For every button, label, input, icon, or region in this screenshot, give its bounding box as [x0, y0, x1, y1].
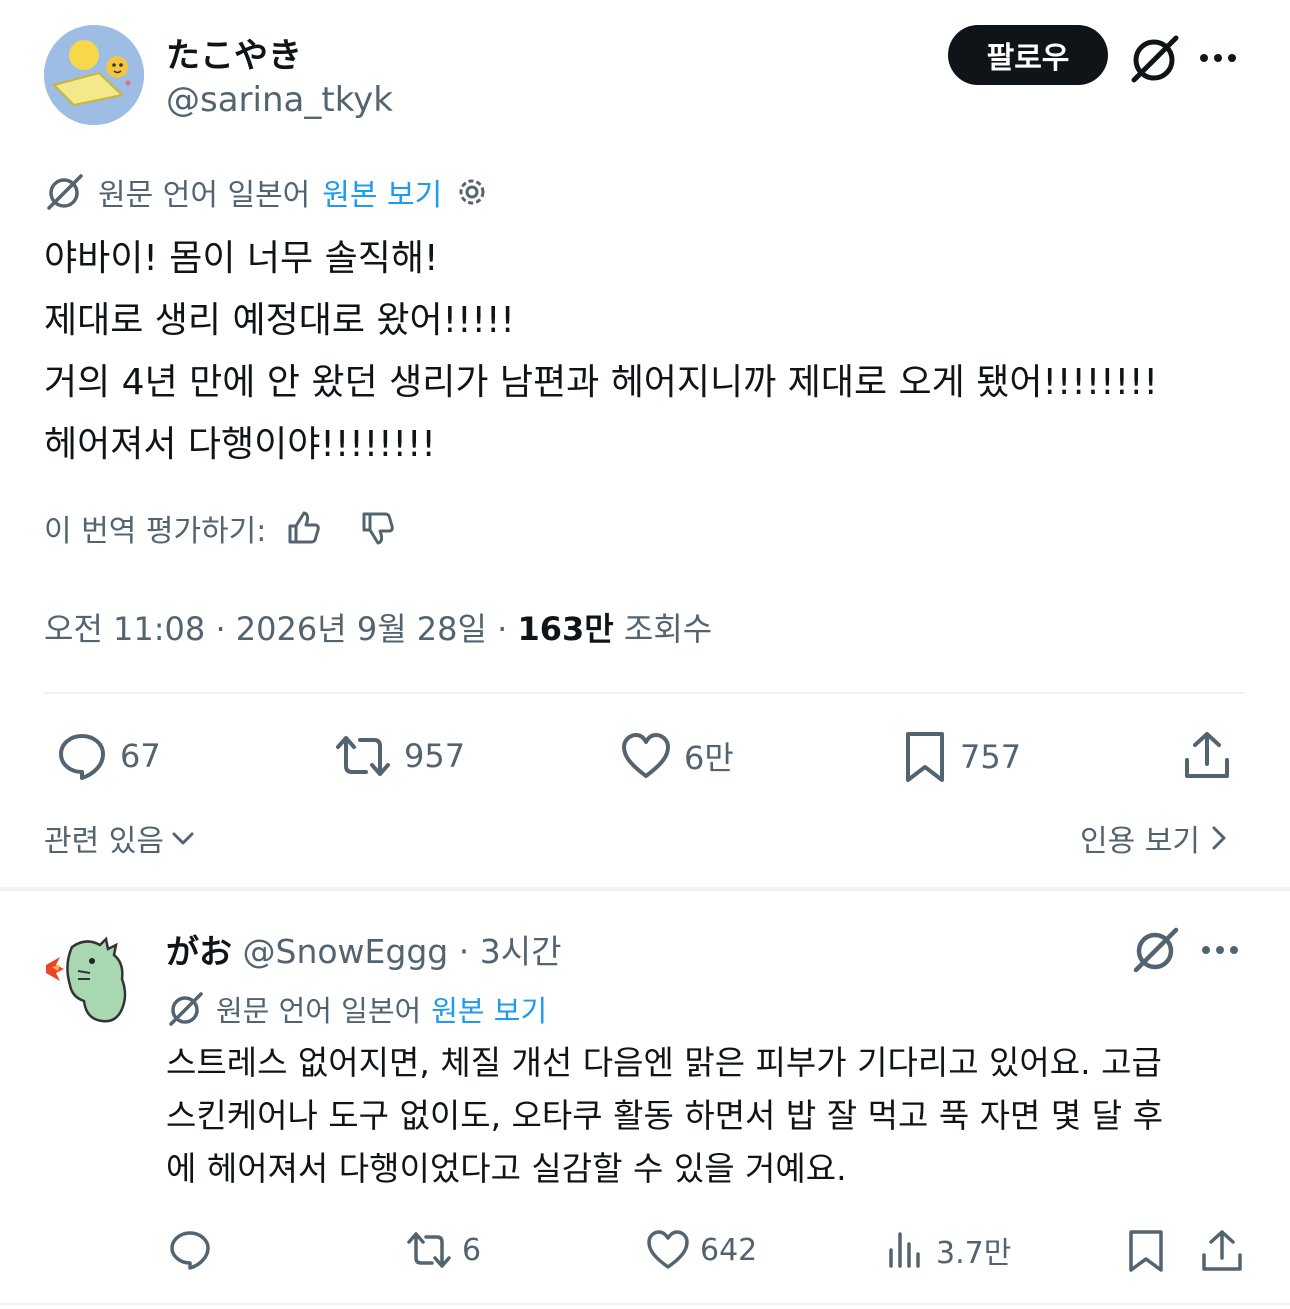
translation-source-label: 원문 언어 일본어 [216, 994, 422, 1028]
view-quotes-label: 인용 보기 [1080, 824, 1200, 859]
views-count: 3.7만 [936, 1236, 1012, 1271]
reply-user-handle[interactable]: @SnowEggg [243, 932, 449, 971]
tweet-text-line: 거의 4년 만에 안 왔던 생리가 남편과 헤어지니까 제대로 오게 됐어!!!… [44, 362, 1158, 403]
reply-button[interactable]: 67 [56, 730, 161, 782]
divider [0, 1303, 1290, 1305]
reply-icon [168, 1228, 212, 1272]
reply-text-line: 스킨케어나 도구 없이도, 오타쿠 활동 하면서 밥 잘 먹고 푹 자면 몇 달… [166, 1096, 1163, 1135]
views-icon [886, 1228, 926, 1272]
like-count: 642 [700, 1232, 758, 1268]
chevron-right-icon [1206, 823, 1232, 853]
related-toggle[interactable]: 관련 있음 [44, 816, 196, 860]
tweet-text: 야바이! 몸이 너무 솔직해! 제대로 생리 예정대로 왔어!!!!! 거의 4… [44, 228, 1254, 476]
like-icon [646, 1228, 690, 1272]
like-icon [620, 730, 672, 782]
reply-text-line: 스트레스 없어지면, 체질 개선 다음엔 맑은 피부가 기다리고 있어요. 고급 [166, 1043, 1162, 1082]
chevron-down-icon [170, 825, 196, 851]
views-label: 조회수 [613, 610, 713, 648]
display-name[interactable]: たこやき [166, 28, 302, 77]
view-quotes-link[interactable]: 인용 보기 [1080, 816, 1232, 860]
reply-header: がお @SnowEggg · 3시간 [166, 925, 561, 973]
translation-source-label: 원문 언어 일본어 [98, 178, 311, 213]
settings-gear-icon[interactable] [454, 174, 490, 210]
tweet-timestamp[interactable]: 오전 11:08 · 2026년 9월 28일 · [44, 610, 517, 648]
share-icon[interactable] [1200, 1228, 1244, 1274]
reply-button[interactable] [168, 1228, 212, 1272]
grok-icon [44, 171, 86, 213]
thumbs-up-icon[interactable] [284, 508, 324, 548]
follow-button[interactable]: 팔로우 [948, 25, 1108, 85]
retweet-icon [334, 730, 392, 782]
reply-separator: · [448, 932, 480, 971]
grok-icon[interactable] [1128, 32, 1182, 86]
retweet-button[interactable]: 957 [334, 730, 465, 782]
more-icon[interactable] [1198, 930, 1242, 970]
grok-icon [166, 989, 206, 1029]
reply-text-line: 에 헤어져서 다행이었다고 실감할 수 있을 거예요. [166, 1149, 847, 1188]
tweet-text-line: 제대로 생리 예정대로 왔어!!!!! [44, 300, 515, 341]
reply-icon [56, 730, 108, 782]
more-icon[interactable] [1196, 38, 1240, 78]
bookmark-count: 757 [960, 738, 1022, 776]
grok-icon[interactable] [1130, 925, 1182, 975]
translation-bar: 원문 언어 일본어 원본 보기 [166, 988, 547, 1030]
avatar-main-user[interactable] [44, 25, 144, 125]
bookmark-icon [902, 730, 948, 784]
reply-display-name[interactable]: がお [166, 932, 232, 971]
divider [0, 887, 1290, 891]
thumbs-down-icon[interactable] [358, 508, 398, 548]
user-handle[interactable]: @sarina_tkyk [166, 80, 393, 120]
share-icon[interactable] [1182, 730, 1232, 782]
divider [44, 692, 1246, 694]
like-button[interactable]: 642 [646, 1228, 757, 1272]
views-count: 163만 [517, 610, 614, 648]
bookmark-icon[interactable] [1126, 1228, 1166, 1274]
retweet-icon [406, 1228, 452, 1272]
tweet-text-line: 헤어져서 다행이야!!!!!!!! [44, 424, 436, 465]
view-original-link[interactable]: 원본 보기 [322, 170, 442, 214]
retweet-count: 6 [462, 1232, 482, 1268]
retweet-button[interactable]: 6 [406, 1228, 481, 1272]
retweet-count: 957 [404, 737, 466, 775]
like-button[interactable]: 6만 [620, 730, 734, 782]
views-button[interactable]: 3.7만 [886, 1228, 1011, 1272]
reply-count: 67 [120, 737, 161, 775]
bookmark-button[interactable]: 757 [902, 730, 1021, 784]
tweet-text-line: 야바이! 몸이 너무 솔직해! [44, 238, 439, 279]
reply-text: 스트레스 없어지면, 체질 개선 다음엔 맑은 피부가 기다리고 있어요. 고급… [166, 1036, 1246, 1195]
avatar-reply-user[interactable] [42, 935, 142, 1027]
tweet-meta: 오전 11:08 · 2026년 9월 28일 · 163만 조회수 [44, 604, 712, 650]
rate-translation-label: 이 번역 평가하기: [44, 514, 267, 549]
like-count: 6만 [684, 739, 734, 777]
view-original-link[interactable]: 원본 보기 [431, 988, 547, 1030]
translation-bar: 원문 언어 일본어 원본 보기 [44, 170, 490, 214]
rate-translation-row: 이 번역 평가하기: [44, 506, 398, 550]
reply-timestamp[interactable]: 3시간 [480, 932, 562, 971]
related-label: 관련 있음 [44, 824, 164, 859]
